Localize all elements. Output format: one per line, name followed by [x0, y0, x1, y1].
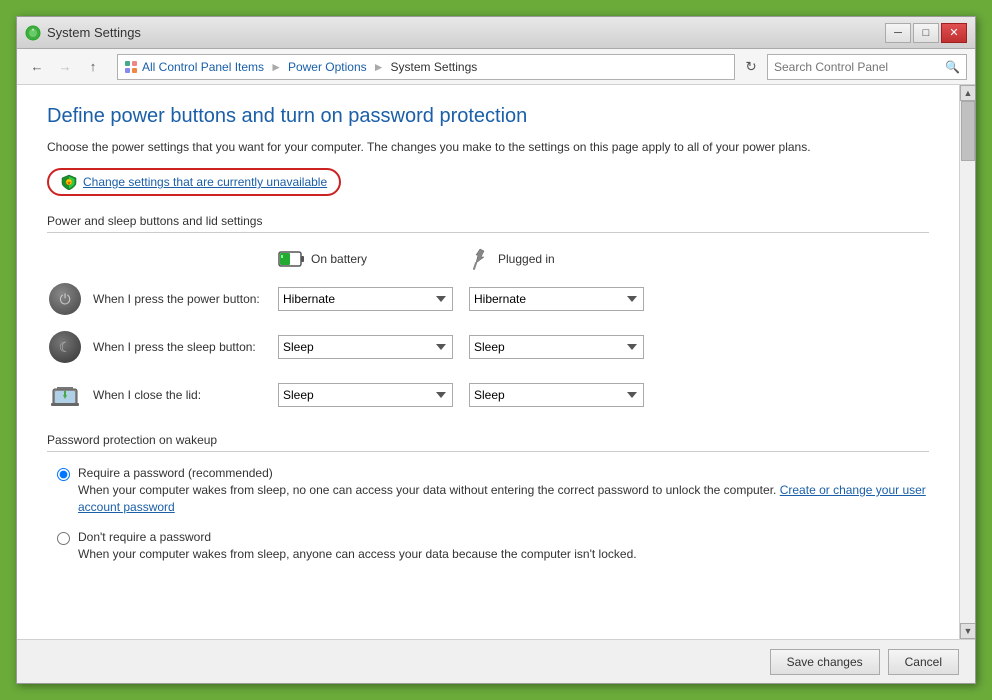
forward-button[interactable]: → — [53, 55, 77, 79]
power-sleep-header: Power and sleep buttons and lid settings — [47, 214, 929, 233]
power-button-selects: Do nothing Sleep Hibernate Shut down Tur… — [278, 287, 644, 311]
scroll-thumb[interactable] — [961, 101, 975, 161]
require-password-radio[interactable] — [57, 468, 70, 481]
address-power-options[interactable]: Power Options — [288, 60, 367, 74]
minimize-button[interactable]: ─ — [885, 23, 911, 43]
title-controls: ─ □ ✕ — [885, 23, 967, 43]
require-password-option: Require a password (recommended) When yo… — [47, 466, 929, 516]
refresh-button[interactable]: ↻ — [739, 55, 763, 79]
title-bar: System Settings ─ □ ✕ — [17, 17, 975, 49]
lid-icon — [47, 377, 83, 413]
address-sep-1: ► — [270, 60, 282, 74]
title-bar-left: System Settings — [25, 25, 141, 41]
window-title: System Settings — [47, 25, 141, 40]
column-headers: On battery Plugged in — [47, 245, 929, 273]
require-password-desc: When your computer wakes from sleep, no … — [78, 482, 929, 516]
require-password-content: Require a password (recommended) When yo… — [78, 466, 929, 516]
sleep-button-label: When I press the sleep button: — [93, 340, 278, 354]
power-btn-graphic — [49, 283, 81, 315]
lid-graphic — [49, 379, 81, 411]
content-area: Define power buttons and turn on passwor… — [17, 85, 975, 639]
col-header-plugged: Plugged in — [468, 245, 643, 273]
password-section-header: Password protection on wakeup — [47, 433, 929, 452]
no-require-password-label: Don't require a password — [78, 530, 637, 544]
col-header-battery: On battery — [277, 245, 452, 273]
sleep-button-icon — [47, 329, 83, 365]
close-button[interactable]: ✕ — [941, 23, 967, 43]
no-require-password-radio[interactable] — [57, 532, 70, 545]
restore-button[interactable]: □ — [913, 23, 939, 43]
scrollbar: ▲ ▼ — [959, 85, 975, 639]
main-content: Define power buttons and turn on passwor… — [17, 85, 959, 639]
address-system-settings: System Settings — [391, 60, 478, 74]
power-button-plugged-select[interactable]: Do nothing Sleep Hibernate Shut down Tur… — [469, 287, 644, 311]
lid-row: When I close the lid: Do nothing Sleep H… — [47, 377, 929, 413]
back-button[interactable]: ← — [25, 55, 49, 79]
change-settings-link[interactable]: ★ Change settings that are currently una… — [47, 168, 341, 196]
search-icon[interactable]: 🔍 — [945, 60, 960, 74]
address-bar: All Control Panel Items ► Power Options … — [117, 54, 735, 80]
save-changes-button[interactable]: Save changes — [770, 649, 880, 675]
lid-plugged-select[interactable]: Do nothing Sleep Hibernate Shut down Tur… — [469, 383, 644, 407]
power-button-icon — [47, 281, 83, 317]
window-icon — [25, 25, 41, 41]
lid-selects: Do nothing Sleep Hibernate Shut down Tur… — [278, 383, 644, 407]
footer-bar: Save changes Cancel — [17, 639, 975, 683]
search-box: 🔍 — [767, 54, 967, 80]
cancel-button[interactable]: Cancel — [888, 649, 959, 675]
col-plugged-label: Plugged in — [498, 252, 555, 266]
no-require-password-option: Don't require a password When your compu… — [47, 530, 929, 563]
scroll-up-button[interactable]: ▲ — [960, 85, 975, 101]
no-require-password-content: Don't require a password When your compu… — [78, 530, 637, 563]
lid-battery-select[interactable]: Do nothing Sleep Hibernate Shut down Tur… — [278, 383, 453, 407]
password-section: Password protection on wakeup Require a … — [47, 433, 929, 562]
sleep-button-plugged-select[interactable]: Do nothing Sleep Hibernate Shut down Tur… — [469, 335, 644, 359]
svg-text:★: ★ — [67, 181, 72, 187]
power-button-battery-select[interactable]: Do nothing Sleep Hibernate Shut down Tur… — [278, 287, 453, 311]
page-description: Choose the power settings that you want … — [47, 138, 929, 156]
power-button-label: When I press the power button: — [93, 292, 278, 306]
require-password-label: Require a password (recommended) — [78, 466, 929, 480]
main-window: System Settings ─ □ ✕ ← → ↑ All Control … — [16, 16, 976, 684]
sleep-button-battery-select[interactable]: Do nothing Sleep Hibernate Shut down Tur… — [278, 335, 453, 359]
change-settings-text[interactable]: Change settings that are currently unava… — [83, 175, 327, 189]
power-sleep-section: Power and sleep buttons and lid settings… — [47, 214, 929, 413]
shield-icon: ★ — [61, 174, 77, 190]
col-battery-label: On battery — [311, 252, 367, 266]
search-input[interactable] — [774, 60, 941, 74]
address-all-items[interactable]: All Control Panel Items — [142, 60, 264, 74]
control-panel-icon — [124, 60, 138, 74]
nav-bar: ← → ↑ All Control Panel Items ► Power Op… — [17, 49, 975, 85]
scroll-track — [960, 101, 975, 623]
plug-icon — [468, 247, 492, 271]
up-button[interactable]: ↑ — [81, 55, 105, 79]
no-require-password-desc: When your computer wakes from sleep, any… — [78, 546, 637, 563]
lid-label: When I close the lid: — [93, 388, 278, 402]
sleep-button-selects: Do nothing Sleep Hibernate Shut down Tur… — [278, 335, 644, 359]
sleep-button-row: When I press the sleep button: Do nothin… — [47, 329, 929, 365]
scroll-down-button[interactable]: ▼ — [960, 623, 975, 639]
page-title: Define power buttons and turn on passwor… — [47, 105, 929, 128]
power-button-row: When I press the power button: Do nothin… — [47, 281, 929, 317]
sleep-btn-graphic — [49, 331, 81, 363]
address-sep-2: ► — [373, 60, 385, 74]
battery-icon — [277, 245, 305, 273]
